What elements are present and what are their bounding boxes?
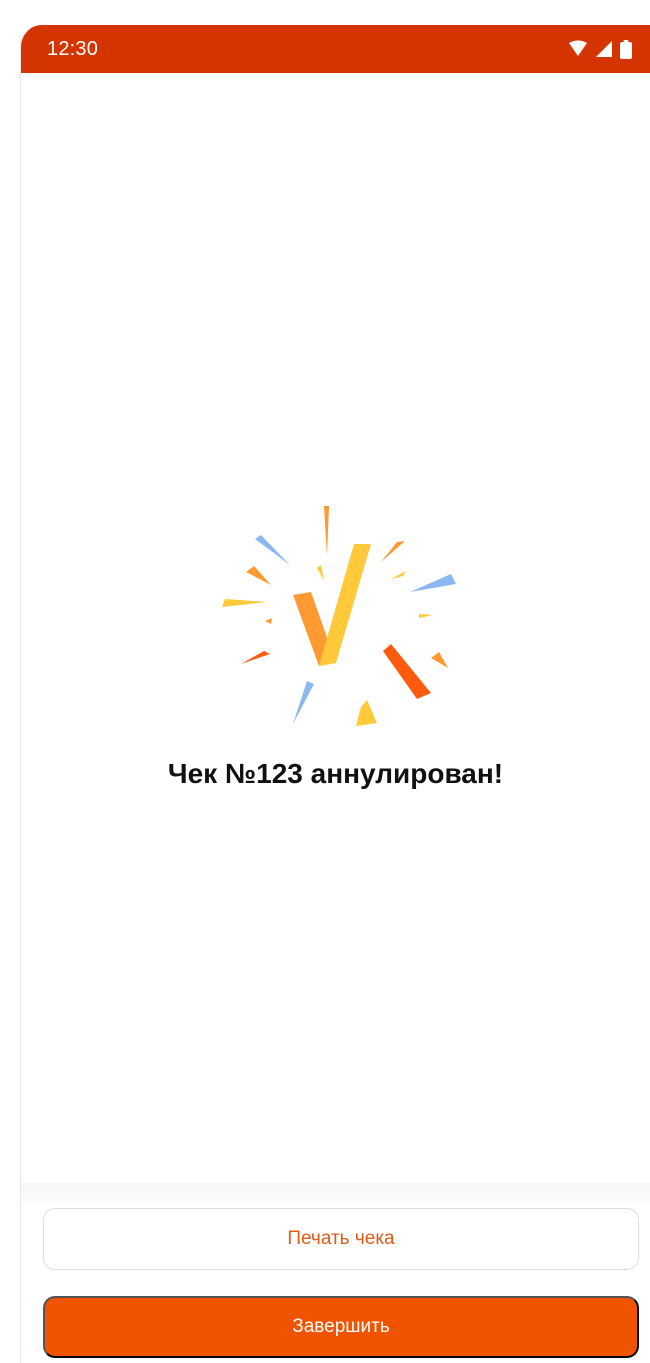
- wifi-icon: [567, 40, 589, 58]
- phone-screen: 12:30 Чек №123 аннулирован! Печать чека …: [20, 25, 650, 1363]
- status-icons: [567, 39, 632, 59]
- print-receipt-button[interactable]: Печать чека: [43, 1208, 639, 1270]
- finish-button[interactable]: Завершить: [43, 1296, 639, 1358]
- main-content: Чек №123 аннулирован!: [21, 73, 650, 1183]
- battery-icon: [620, 39, 632, 59]
- check-confetti-icon: [211, 468, 471, 728]
- void-confirmation-message: Чек №123 аннулирован!: [167, 758, 504, 789]
- status-time: 12:30: [47, 37, 99, 60]
- bottom-action-panel: Печать чека Завершить: [21, 1183, 650, 1363]
- status-bar: 12:30: [21, 25, 650, 73]
- cellular-signal-icon: [595, 40, 614, 58]
